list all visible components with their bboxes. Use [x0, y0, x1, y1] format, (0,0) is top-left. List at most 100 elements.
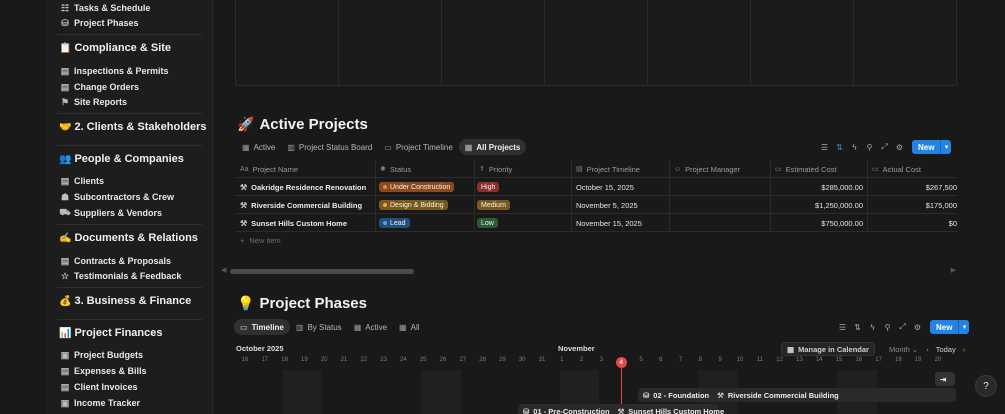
tab-project-timeline[interactable]: ▭ Project Timeline — [378, 139, 458, 155]
sidebar-item-clients[interactable]: ▤ Clients — [59, 173, 104, 189]
timeline-day-label: 19 — [914, 357, 922, 363]
sidebar-item-testimonials-feedback[interactable]: ☆ Testimonials & Feedback — [59, 268, 181, 284]
sidebar-item-inspections-permits[interactable]: ▤ Inspections & Permits — [59, 63, 169, 79]
column-type-icon: ✺ — [380, 166, 386, 173]
active-projects-new-button[interactable]: New ▾ — [912, 140, 952, 154]
filter-icon[interactable]: ☰ — [820, 143, 829, 152]
sidebar-item-project-budgets[interactable]: ▣ Project Budgets — [59, 347, 143, 363]
sidebar-heading-compliance-site[interactable]: 📋 Compliance & Site — [59, 39, 171, 57]
project-phases-new-button[interactable]: New ▾ — [930, 320, 970, 334]
status-cell[interactable]: Design & Bidding — [379, 196, 473, 214]
project-name-cell[interactable]: ⚒ Riverside Commercial Building — [240, 196, 374, 214]
sidebar-item-income-tracker[interactable]: ▣ Income Tracker — [59, 395, 140, 411]
view-icon: ▦ — [464, 142, 473, 152]
sidebar-item-site-reports[interactable]: ⚑ Site Reports — [59, 94, 127, 110]
scrollbar-thumb[interactable] — [230, 269, 414, 274]
tab-all[interactable]: ▦ All — [393, 319, 425, 335]
timeline-offscreen-indicator[interactable]: ⇥ — [935, 372, 955, 386]
column-header[interactable]: Aa Project Name — [240, 160, 374, 178]
timeline-day-label: 13 — [796, 357, 803, 363]
column-header[interactable]: ▤ Project Timeline — [576, 160, 668, 178]
search-icon[interactable]: ⚲ — [865, 143, 874, 152]
sidebar-item-change-orders[interactable]: ▤ Change Orders — [59, 79, 139, 95]
column-header[interactable]: ☺ Project Manager — [674, 160, 769, 178]
sidebar-item-client-invoices[interactable]: ▤ Client Invoices — [59, 379, 138, 395]
tab-by-status[interactable]: ▥ By Status — [290, 319, 348, 335]
timeline-phase-bar[interactable]: ⛁ 01 - Pre-Construction ⚒ Sunset Hills Cust… — [518, 404, 724, 414]
manager-cell[interactable] — [674, 178, 769, 196]
sidebar-heading-3-business-finance[interactable]: 💰 3. Business & Finance — [59, 292, 191, 310]
help-button[interactable]: ? — [975, 375, 997, 397]
timeline-today-button[interactable]: Today — [936, 345, 956, 354]
sort-icon[interactable]: ⇅ — [835, 143, 844, 152]
priority-cell[interactable]: Low — [477, 214, 570, 232]
sidebar-item-project-phases[interactable]: ⛁ Project Phases — [59, 15, 138, 31]
timeline-body: ⛁ 02 - Foundation ⚒ Riverside Commercial Bu… — [235, 370, 957, 414]
timeline-next-icon[interactable]: › — [963, 345, 966, 354]
new-item-row[interactable]: + New item — [240, 236, 281, 245]
settings-icon[interactable]: ⚙ — [895, 143, 904, 152]
settings-icon[interactable]: ⚙ — [913, 323, 922, 332]
chevron-down-icon[interactable]: ▾ — [940, 140, 952, 154]
column-header[interactable]: ▭ Estimated Cost — [775, 160, 866, 178]
chevron-down-icon[interactable]: ▾ — [958, 320, 970, 334]
table-row[interactable]: ⚒ Sunset Hills Custom Home Lead Low November… — [235, 214, 957, 232]
sidebar-item-subcontractors-crew[interactable]: ☗ Subcontractors & Crew — [59, 189, 174, 205]
active-projects-tabs: ▦ Active ▥ Project Status Board ▭ Project Tim… — [236, 139, 527, 155]
tab-label: All — [410, 322, 420, 332]
status-badge: Design & Bidding — [379, 200, 448, 210]
horizontal-scrollbar[interactable]: ◀ ▶ — [221, 266, 956, 274]
timeline-phase-bar[interactable]: ⛁ 02 - Foundation ⚒ Riverside Commercial Bu… — [638, 388, 956, 402]
timeline-prev-icon[interactable]: ‹ — [926, 345, 929, 354]
timeline-scale-select[interactable]: Month ⌄ — [889, 345, 918, 354]
manager-cell[interactable] — [674, 214, 769, 232]
tab-timeline[interactable]: ▭ Timeline — [234, 319, 290, 335]
actual-cost-cell[interactable]: $175,000 — [867, 196, 957, 214]
estimated-cost-cell[interactable]: $1,250,000.00 — [770, 196, 863, 214]
estimated-cost-cell[interactable]: $285,000.00 — [770, 178, 863, 196]
sidebar-item-suppliers-vendors[interactable]: ⛟ Suppliers & Vendors — [59, 205, 162, 221]
search-icon[interactable]: ⚲ — [883, 323, 892, 332]
timeline-cell[interactable]: October 15, 2025 — [576, 178, 668, 196]
sidebar-item-expenses-bills[interactable]: ▤ Expenses & Bills — [59, 363, 147, 379]
manager-cell[interactable] — [674, 196, 769, 214]
sidebar-heading-2-clients-stakeholders[interactable]: 🤝 2. Clients & Stakeholders — [59, 118, 207, 136]
tab-active[interactable]: ▦ Active — [236, 139, 281, 155]
tab-active[interactable]: ▦ Active — [348, 319, 393, 335]
tab-all-projects[interactable]: ▦ All Projects — [458, 139, 527, 155]
actual-cost-cell[interactable]: $267,500 — [867, 178, 957, 196]
view-icon: ▥ — [287, 142, 295, 152]
tab-project-status-board[interactable]: ▥ Project Status Board — [281, 139, 378, 155]
column-header[interactable]: ⇑ Priority — [479, 160, 570, 178]
table-row[interactable]: ⚒ Riverside Commercial Building Design & B… — [235, 196, 957, 214]
expand-icon[interactable]: ⤢ — [898, 322, 907, 332]
status-cell[interactable]: Under Construction — [379, 178, 473, 196]
expand-icon[interactable]: ⤢ — [880, 142, 889, 152]
timeline-cell[interactable]: November 15, 2025 — [576, 214, 668, 232]
scroll-left-icon[interactable]: ◀ — [221, 266, 226, 274]
sidebar-heading-documents-relations[interactable]: ✍️ Documents & Relations — [59, 229, 198, 247]
scroll-right-icon[interactable]: ▶ — [951, 266, 956, 274]
filter-icon[interactable]: ☰ — [838, 323, 847, 332]
timeline-cell[interactable]: November 5, 2025 — [576, 196, 668, 214]
sort-icon[interactable]: ⇅ — [853, 323, 862, 332]
project-name-cell[interactable]: ⚒ Sunset Hills Custom Home — [240, 214, 374, 232]
column-divider — [571, 178, 572, 196]
automation-icon[interactable]: ϟ — [850, 143, 859, 152]
actual-cost-cell[interactable]: $0 — [867, 214, 957, 232]
manage-in-calendar-button[interactable]: ▦ Manage in Calendar — [781, 342, 875, 356]
sidebar-heading-people-companies[interactable]: 👥 People & Companies — [59, 150, 184, 168]
priority-cell[interactable]: Medium — [477, 196, 570, 214]
column-header[interactable]: ▭ Actual Cost — [872, 160, 956, 178]
sidebar-heading-project-finances[interactable]: 📊 Project Finances — [59, 324, 163, 342]
status-cell[interactable]: Lead — [379, 214, 473, 232]
sidebar-item-contracts-proposals[interactable]: ▤ Contracts & Proposals — [59, 253, 171, 269]
column-header[interactable]: ✺ Status — [380, 160, 473, 178]
sidebar-item-tasks-schedule[interactable]: ☷ Tasks & Schedule — [59, 0, 150, 16]
project-name-cell[interactable]: ⚒ Oakridge Residence Renovation — [240, 178, 374, 196]
automation-icon[interactable]: ϟ — [868, 323, 877, 332]
table-row[interactable]: ⚒ Oakridge Residence Renovation Under Cons… — [235, 178, 957, 196]
priority-cell[interactable]: High — [477, 178, 570, 196]
estimated-cost-cell[interactable]: $750,000.00 — [770, 214, 863, 232]
timeline-day-label: 22 — [360, 357, 368, 363]
